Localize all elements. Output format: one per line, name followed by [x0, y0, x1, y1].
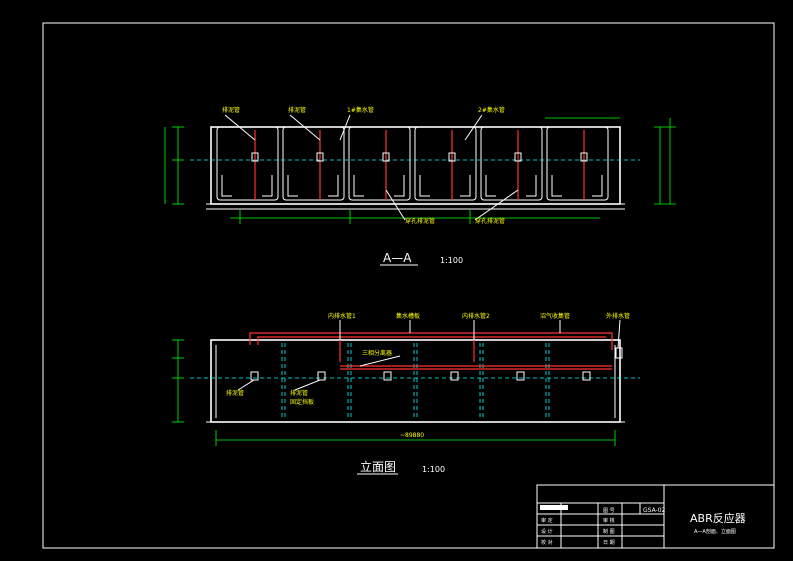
elevation-label-2: 集水槽板: [396, 312, 420, 320]
row-2-label: 设 计: [541, 528, 553, 535]
row-2-label-2: 制 图: [603, 528, 615, 535]
elevation-label-1: 内排水管1: [328, 312, 356, 320]
elevation-label-leaders: [237, 319, 621, 391]
elevation-label-8: 排泥管: [290, 389, 308, 397]
section-title: A—A: [383, 251, 412, 265]
elevation-label-6: 三相分离器: [362, 349, 392, 357]
title-block-logo-bar: [540, 505, 568, 510]
elevation-label-5: 外排水管: [606, 312, 630, 320]
section-view: 排泥管 排泥管 1#集水管 2#集水管 穿孔排泥管 穿孔排泥管 A—A 1:10…: [164, 106, 676, 266]
title-block: 图 号 GSA-02 审 定 审 核 设 计 制 图 校 对 日 期 ABR反应…: [536, 484, 775, 549]
section-label-3: 1#集水管: [347, 106, 374, 114]
elevation-label-9: 固定挡板: [290, 398, 314, 406]
section-dimensions: [164, 117, 676, 224]
elevation-label-7: 排泥管: [226, 389, 244, 397]
drawing-no: GSA-02: [643, 507, 666, 514]
elevation-scale: 1:100: [422, 465, 445, 474]
elevation-sludge-pipes: [250, 347, 623, 381]
drawing-frame: [42, 22, 775, 549]
section-scale: 1:100: [440, 256, 463, 265]
project-subtitle: A—A剖面、立面图: [694, 528, 736, 535]
row-3-label: 校 对: [541, 539, 553, 546]
elevation-dividers: [190, 343, 640, 420]
section-label-4: 2#集水管: [478, 106, 505, 114]
row-1-label-2: 审 核: [603, 517, 615, 524]
elevation-total-length: ~89880: [400, 432, 424, 439]
elevation-tank-outline: [210, 339, 621, 423]
elevation-title: 立面图: [360, 459, 396, 474]
elevation-label-4: 沼气收集管: [540, 312, 570, 320]
section-label-5: 穿孔排泥管: [405, 217, 435, 225]
elevation-label-3: 内排水管2: [462, 312, 490, 320]
section-label-6: 穿孔排泥管: [475, 217, 505, 225]
elevation-view: ~89880 内排水管1 集水槽板 内排水管2 沼气收集管 外排水管 三相分离器…: [172, 312, 640, 475]
cad-drawing: 排泥管 排泥管 1#集水管 2#集水管 穿孔排泥管 穿孔排泥管 A—A 1:10…: [42, 22, 775, 549]
project-title: ABR反应器: [690, 511, 746, 525]
elevation-gas-pipe: [249, 332, 613, 370]
drawing-no-label: 图 号: [603, 508, 615, 514]
row-1-label: 审 定: [541, 517, 553, 524]
section-compartments: [216, 126, 609, 201]
section-label-1: 排泥管: [222, 106, 240, 114]
section-label-2: 排泥管: [288, 106, 306, 114]
row-3-label-2: 日 期: [603, 540, 615, 546]
